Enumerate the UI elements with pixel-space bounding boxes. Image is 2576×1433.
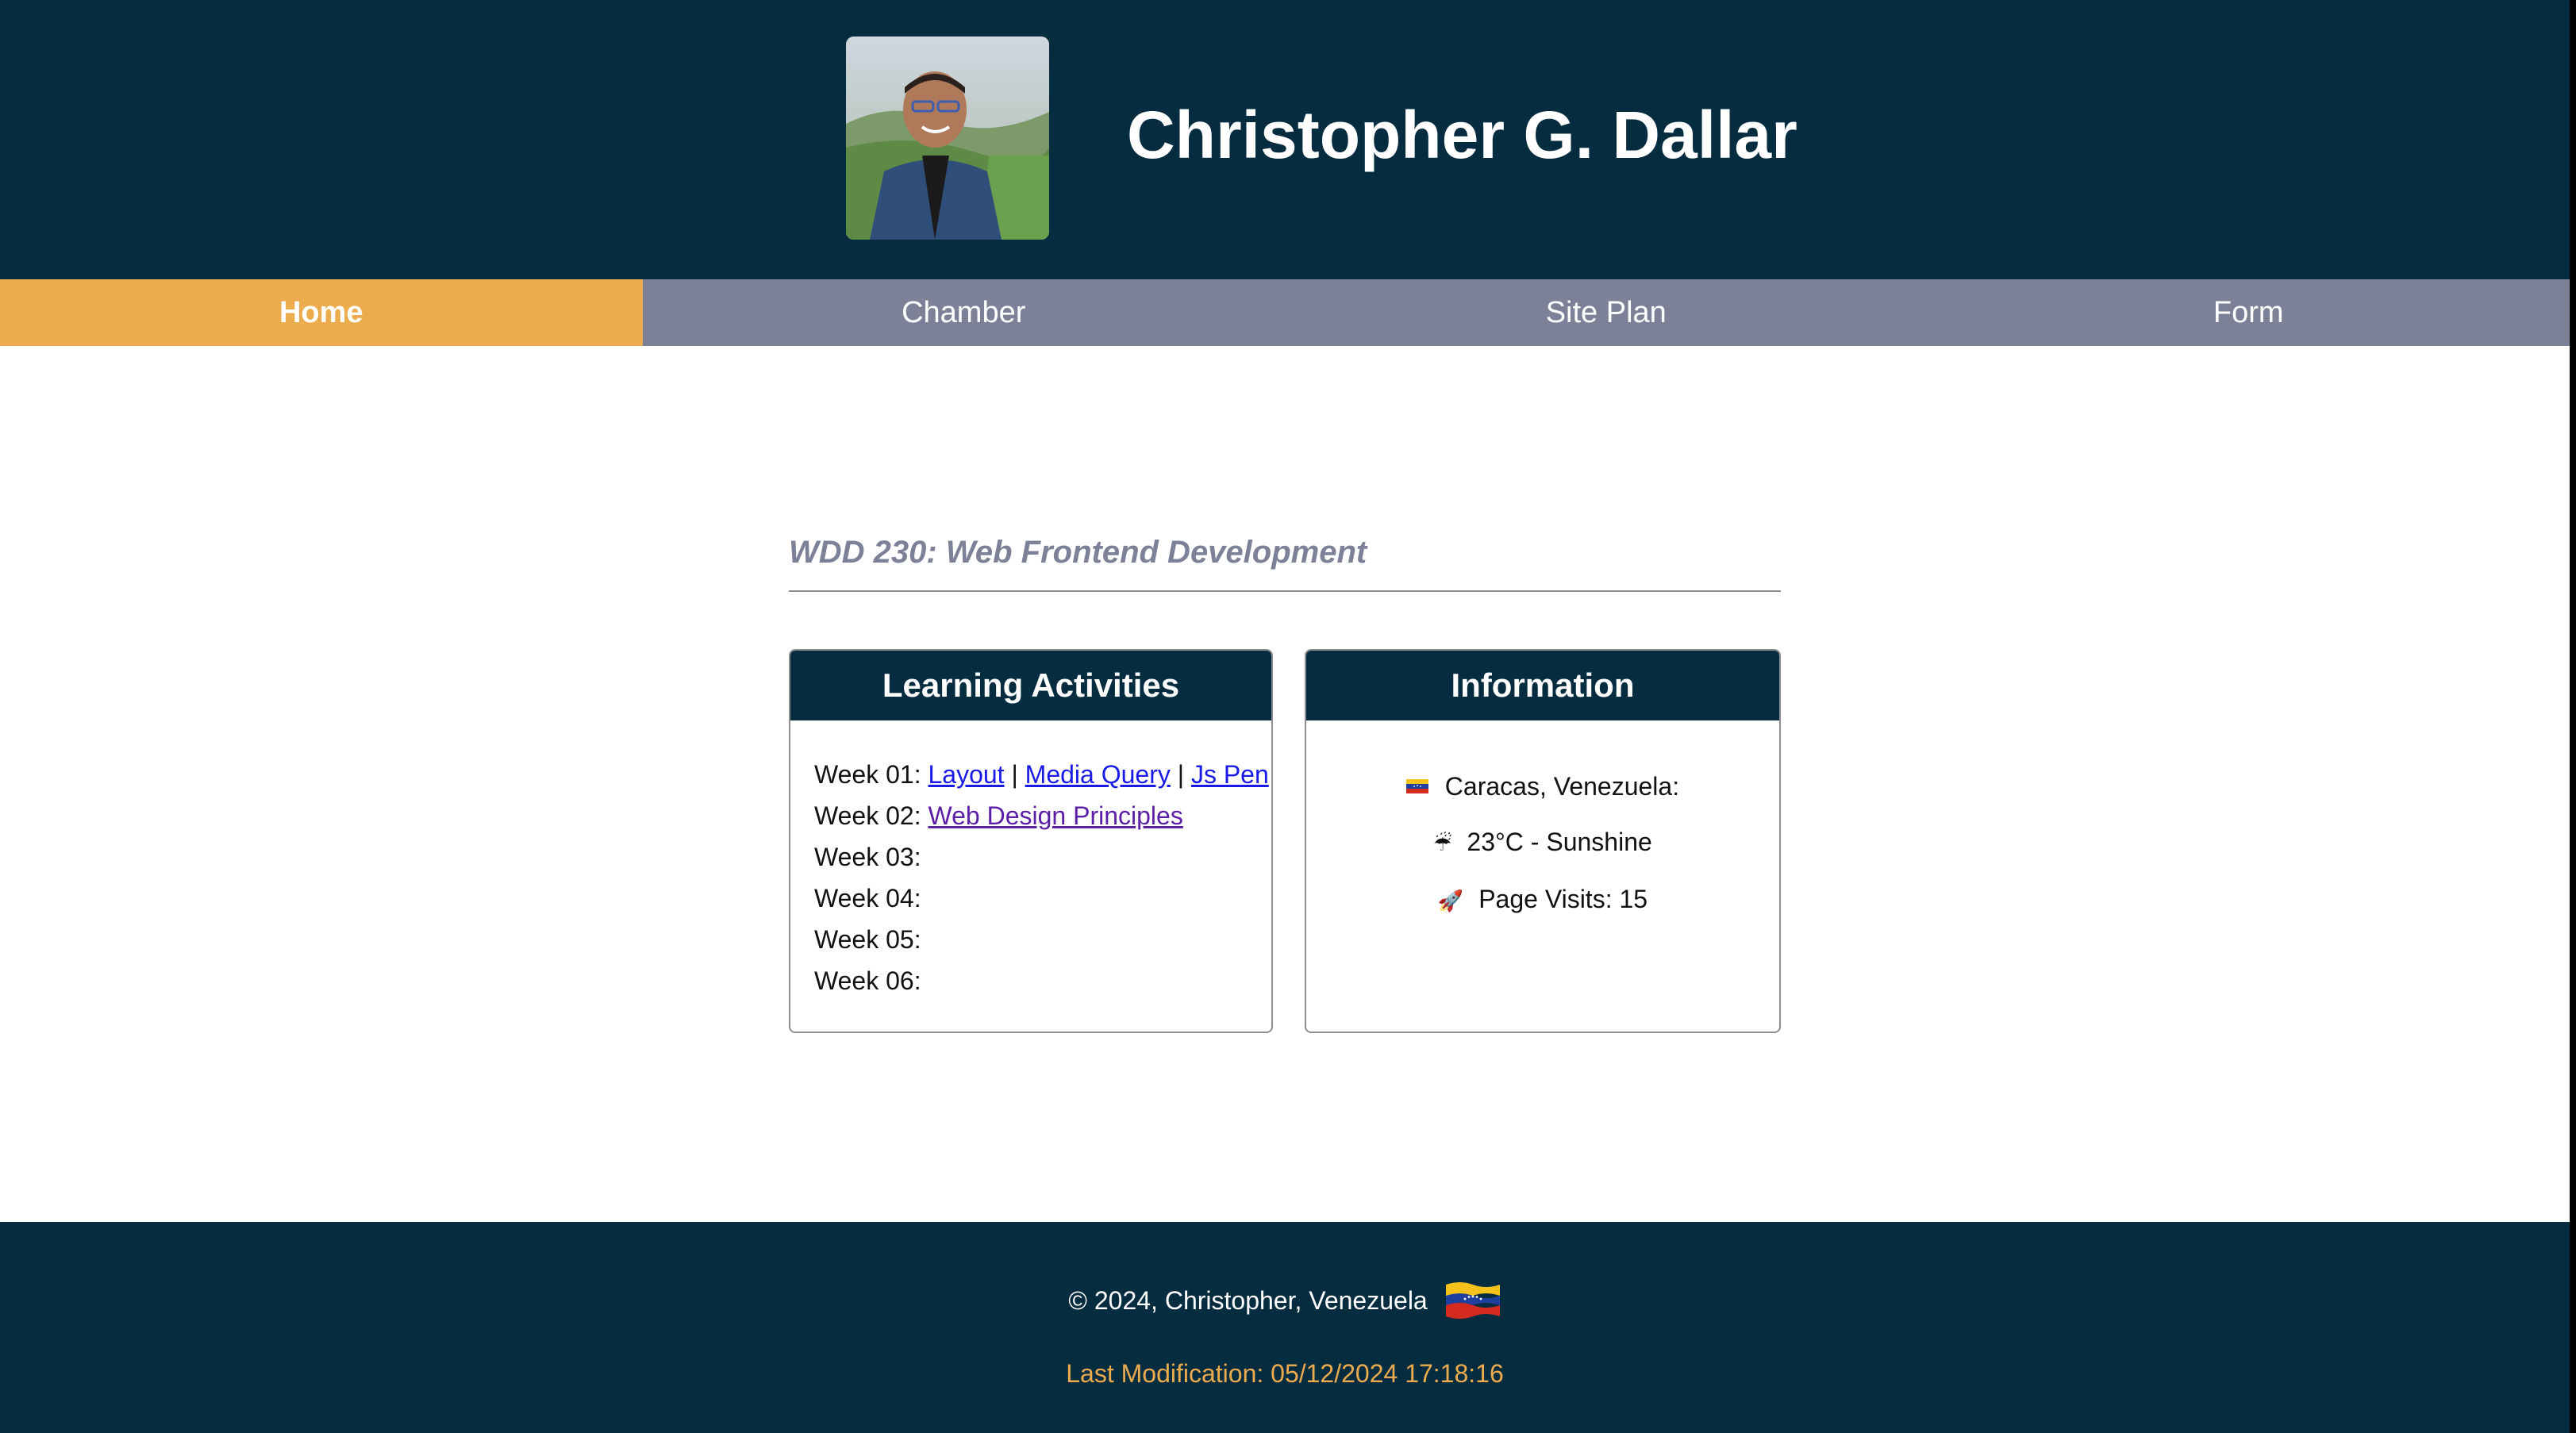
last-modification: Last Modification: 05/12/2024 17:18:16 bbox=[1066, 1359, 1504, 1388]
info-list: Caracas, Venezuela: ☔ 23°C - Sunshine 🚀 … bbox=[1306, 720, 1779, 928]
learning-activities-title: Learning Activities bbox=[790, 651, 1271, 720]
nav-item-home[interactable]: Home bbox=[0, 279, 643, 346]
venezuela-flag-icon bbox=[1405, 778, 1428, 793]
location-row: Caracas, Venezuela: bbox=[1306, 759, 1779, 814]
learning-activities-card: Learning Activities Week 01: Layout | Me… bbox=[789, 649, 1273, 1033]
site-header: Christopher G. Dallar bbox=[0, 0, 2570, 279]
heading-divider bbox=[789, 590, 1781, 592]
copyright-line: © 2024, Christopher, Venezuela bbox=[0, 1281, 2570, 1323]
copyright-text: © 2024, Christopher, Venezuela bbox=[1068, 1286, 1428, 1315]
visits-text: Page Visits: 15 bbox=[1478, 885, 1648, 913]
week-label: Week 01: bbox=[814, 760, 921, 789]
venezuela-flag-icon bbox=[1445, 1281, 1500, 1319]
site-footer: © 2024, Christopher, Venezuela Last Modi… bbox=[0, 1222, 2570, 1433]
week-04-row: Week 04: bbox=[814, 884, 921, 912]
js-pen-link[interactable]: Js Pen bbox=[1191, 760, 1269, 789]
profile-photo-icon bbox=[846, 36, 1049, 240]
week-02-row: Week 02: Web Design Principles bbox=[814, 795, 1271, 836]
week-label: Week 02: bbox=[814, 801, 921, 830]
week-01-row: Week 01: Layout | Media Query | Js Pen bbox=[814, 754, 1271, 795]
page: Christopher G. Dallar Home Chamber Site … bbox=[0, 0, 2570, 1433]
media-query-link[interactable]: Media Query bbox=[1025, 760, 1171, 789]
avatar bbox=[846, 36, 1049, 240]
information-title: Information bbox=[1306, 651, 1779, 720]
weather-row: ☔ 23°C - Sunshine bbox=[1306, 814, 1779, 871]
web-design-principles-link[interactable]: Web Design Principles bbox=[928, 801, 1182, 830]
site-title: Christopher G. Dallar bbox=[1127, 98, 1797, 172]
link-separator: | bbox=[1011, 760, 1018, 789]
information-card: Information Caracas, Venezuela: ☔ 23°C -… bbox=[1305, 649, 1781, 1033]
week-06-row: Week 06: bbox=[814, 966, 921, 995]
main-nav: Home Chamber Site Plan Form bbox=[0, 279, 2570, 346]
week-05-row: Week 05: bbox=[814, 925, 921, 954]
layout-link[interactable]: Layout bbox=[928, 760, 1004, 789]
weather-text: 23°C - Sunshine bbox=[1467, 828, 1652, 856]
location-text: Caracas, Venezuela: bbox=[1444, 772, 1680, 801]
nav-item-site-plan[interactable]: Site Plan bbox=[1285, 279, 1928, 346]
course-heading: WDD 230: Web Frontend Development bbox=[789, 535, 1367, 570]
nav-item-chamber[interactable]: Chamber bbox=[643, 279, 1286, 346]
rocket-icon: 🚀 bbox=[1437, 889, 1464, 912]
visits-row: 🚀 Page Visits: 15 bbox=[1306, 871, 1779, 928]
umbrella-icon: ☔ bbox=[1433, 832, 1452, 855]
week-list: Week 01: Layout | Media Query | Js Pen W… bbox=[790, 720, 1271, 1001]
link-separator: | bbox=[1177, 760, 1185, 789]
week-03-row: Week 03: bbox=[814, 843, 921, 871]
nav-item-form[interactable]: Form bbox=[1928, 279, 2570, 346]
